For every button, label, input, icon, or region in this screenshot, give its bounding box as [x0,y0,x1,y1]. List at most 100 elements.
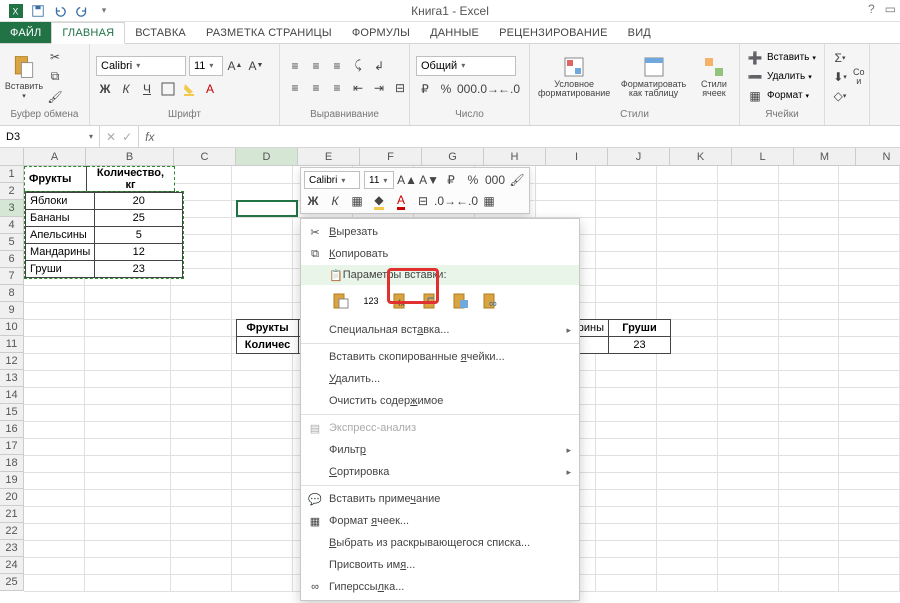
cell[interactable]: Груши [26,261,95,278]
indent-decrease-icon[interactable]: ⇤ [349,79,367,97]
qat-more-icon[interactable]: ▾ [96,3,112,19]
decrease-font-icon[interactable]: A▼ [247,57,265,75]
mini-decrease-font-icon[interactable]: A▼ [420,171,438,189]
row-header[interactable]: 18 [0,455,24,472]
select-all-corner[interactable] [0,148,24,166]
cancel-icon[interactable]: ✕ [106,130,116,144]
row-header[interactable]: 10 [0,319,24,336]
font-name-select[interactable]: Calibri▾ [96,56,186,76]
paste-option-link[interactable]: ∞ [479,289,503,313]
menu-format-cells[interactable]: ▦Формат ячеек... [301,510,579,532]
tab-file[interactable]: ФАЙЛ [0,22,51,43]
row-header[interactable]: 15 [0,404,24,421]
row-header[interactable]: 1 [0,166,24,183]
col-header[interactable]: A [24,148,86,166]
mini-merge-icon[interactable]: ⊟ [414,192,432,210]
row-header[interactable]: 9 [0,302,24,319]
orientation-icon[interactable]: ⤹ [349,57,367,75]
col-header[interactable]: E [298,148,360,166]
format-painter-icon[interactable]: 🖌 [46,88,64,106]
row-header[interactable]: 22 [0,523,24,540]
wrap-text-icon[interactable]: ↲ [370,57,388,75]
cell[interactable]: 20 [95,193,183,210]
cut-icon[interactable]: ✂ [46,48,64,66]
row-header[interactable]: 24 [0,557,24,574]
menu-copy[interactable]: ⧉Копировать [301,243,579,265]
sort-filter-button[interactable]: Со и [853,54,865,100]
menu-define-name[interactable]: Присвоить имя... [301,554,579,576]
row-header[interactable]: 8 [0,285,24,302]
increase-decimal-icon[interactable]: .0→ [479,80,497,98]
paste-option-all[interactable] [329,289,353,313]
paste-option-values[interactable]: 123 [359,289,383,313]
cell[interactable]: 12 [95,244,183,261]
menu-sort[interactable]: Сортировка▸ [301,461,579,483]
col-header[interactable]: I [546,148,608,166]
paste-button[interactable]: Вставить▾ [6,54,42,100]
col-header[interactable]: J [608,148,670,166]
mini-format-painter-icon[interactable]: 🖌 [508,171,526,189]
row-header[interactable]: 7 [0,268,24,285]
tab-view[interactable]: ВИД [618,22,661,43]
delete-cells-button[interactable]: ➖Удалить▾ [746,68,816,86]
row-header[interactable]: 19 [0,472,24,489]
row-header[interactable]: 5 [0,234,24,251]
menu-insert-copied-cells[interactable]: Вставить скопированные ячейки... [301,346,579,368]
tab-insert[interactable]: ВСТАВКА [125,22,196,43]
ribbon-display-icon[interactable]: ▭ [885,2,896,16]
comma-icon[interactable]: 000 [458,80,476,98]
row-header[interactable]: 14 [0,387,24,404]
col-header[interactable]: N [856,148,900,166]
mini-comma-icon[interactable]: 000 [486,171,504,189]
row-header[interactable]: 20 [0,489,24,506]
row-header[interactable]: 16 [0,421,24,438]
cell[interactable]: Фрукты [25,167,87,192]
cell[interactable]: Апельсины [26,227,95,244]
cell[interactable]: Фрукты [237,320,299,337]
italic-button[interactable]: К [117,80,135,98]
align-center-icon[interactable]: ≡ [307,79,325,97]
format-cells-button[interactable]: ▦Формат▾ [746,87,816,105]
col-header[interactable]: D [236,148,298,166]
tab-formulas[interactable]: ФОРМУЛЫ [342,22,420,43]
mini-decimal-inc-icon[interactable]: .0→ [436,192,454,210]
align-left-icon[interactable]: ≡ [286,79,304,97]
align-right-icon[interactable]: ≡ [328,79,346,97]
cell[interactable]: Бананы [26,210,95,227]
conditional-formatting-button[interactable]: Условное форматирование [536,54,612,100]
clear-icon[interactable]: ◇▾ [831,87,849,105]
row-header[interactable]: 21 [0,506,24,523]
increase-font-icon[interactable]: A▲ [226,57,244,75]
align-bottom-icon[interactable]: ≡ [328,57,346,75]
align-top-icon[interactable]: ≡ [286,57,304,75]
mini-fill-color-button[interactable]: ◆ [370,192,388,210]
autosum-icon[interactable]: Σ▾ [831,49,849,67]
fill-icon[interactable]: ⬇▾ [831,68,849,86]
cell[interactable]: Количес [237,337,299,354]
col-header[interactable]: C [174,148,236,166]
col-header[interactable]: G [422,148,484,166]
bold-button[interactable]: Ж [96,80,114,98]
align-middle-icon[interactable]: ≡ [307,57,325,75]
paste-option-formulas[interactable]: fx [389,289,413,313]
undo-icon[interactable] [52,3,68,19]
mini-increase-font-icon[interactable]: A▲ [398,171,416,189]
row-header[interactable]: 6 [0,251,24,268]
row-header[interactable]: 4 [0,217,24,234]
insert-cells-button[interactable]: ➕Вставить▾ [746,49,816,67]
help-icon[interactable]: ? [868,2,875,16]
currency-icon[interactable]: ₽ [416,80,434,98]
col-header[interactable]: L [732,148,794,166]
redo-icon[interactable] [74,3,90,19]
mini-font-select[interactable]: Calibri▾ [304,171,360,189]
border-button[interactable] [159,80,177,98]
col-header[interactable]: M [794,148,856,166]
cell[interactable]: Яблоки [26,193,95,210]
tab-data[interactable]: ДАННЫЕ [420,22,489,43]
col-header[interactable]: H [484,148,546,166]
menu-select-from-dropdown[interactable]: Выбрать из раскрывающегося списка... [301,532,579,554]
save-icon[interactable] [30,3,46,19]
row-header[interactable]: 11 [0,336,24,353]
mini-italic-button[interactable]: К [326,192,344,210]
row-header[interactable]: 12 [0,353,24,370]
